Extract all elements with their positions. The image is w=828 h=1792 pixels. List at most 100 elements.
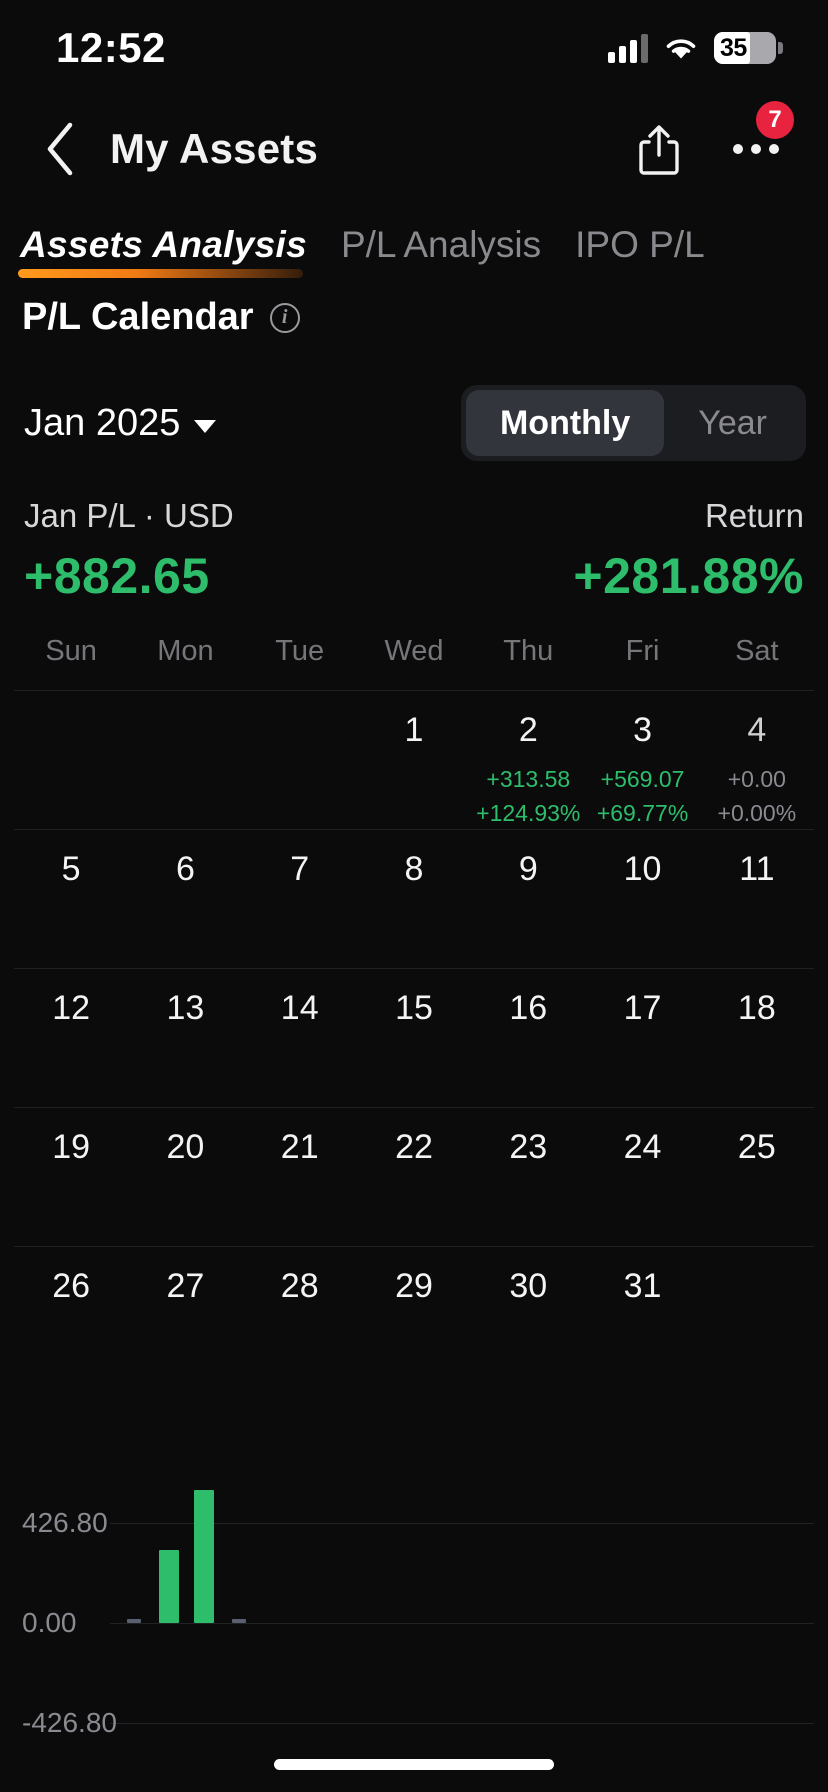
month-label: Jan 2025 (24, 401, 181, 444)
calendar-day-cell[interactable]: 3 +569.07 +69.77% (585, 711, 699, 829)
chevron-left-icon (47, 122, 73, 176)
calendar-day-number: 16 (509, 989, 548, 1027)
calendar-day-cell[interactable]: 5 (14, 850, 128, 968)
more-options-icon (733, 144, 743, 154)
calendar-day-number: 2 (518, 711, 538, 749)
calendar-day-cell[interactable]: 24 (585, 1128, 699, 1246)
tab-ipo-pl[interactable]: IPO P/L (575, 224, 705, 282)
calendar-day-number: 9 (518, 850, 538, 888)
chart-bar[interactable] (159, 1549, 179, 1623)
notification-badge: 7 (756, 101, 794, 139)
info-icon[interactable]: i (269, 302, 300, 333)
calendar-day-cell[interactable]: 13 (128, 989, 242, 1107)
calendar-empty-cell (700, 1267, 814, 1385)
segment-monthly[interactable]: Monthly (465, 390, 665, 456)
share-button[interactable] (636, 122, 688, 176)
calendar-day-cell[interactable]: 19 (14, 1128, 128, 1246)
wifi-icon (662, 34, 700, 62)
calendar-day-number: 21 (280, 1128, 319, 1166)
weekday-tue: Tue (275, 635, 325, 667)
tab-assets-analysis[interactable]: Assets Analysis (18, 224, 307, 282)
weekday-thu: Thu (503, 635, 554, 667)
calendar-day-cell[interactable]: 31 (585, 1267, 699, 1385)
calendar-day-cell[interactable]: 15 (357, 989, 471, 1107)
calendar-day-cell[interactable]: 18 (700, 989, 814, 1107)
calendar-day-cell[interactable]: 1 (357, 711, 471, 829)
calendar-day-cell[interactable]: 10 (585, 850, 699, 968)
tab-bar: Assets Analysis P/L Analysis IPO P/L (0, 202, 828, 282)
calendar-day-cell[interactable]: 12 (14, 989, 128, 1107)
calendar-weeks: 1 2 +313.58 +124.93% 3 +569.07 +69.77% 4 +0.00 +0… (14, 690, 814, 1385)
pl-label: Jan P/L · USD (24, 497, 234, 534)
calendar-day-number: 23 (509, 1128, 548, 1166)
calendar-day-number: 24 (623, 1128, 662, 1166)
calendar-day-number: 10 (623, 850, 662, 888)
weekday-sun: Sun (45, 635, 97, 667)
more-options-icon (751, 144, 761, 154)
calendar-week-row: 26 27 28 29 30 31 (14, 1246, 814, 1385)
back-button[interactable] (30, 119, 90, 179)
nav-actions: 7 (636, 101, 794, 176)
tab-pl-analysis[interactable]: P/L Analysis (341, 224, 541, 282)
calendar-day-cell[interactable]: 27 (128, 1267, 242, 1385)
calendar-day-number: 17 (623, 989, 662, 1027)
calendar-day-cell[interactable]: 2 +313.58 +124.93% (471, 711, 585, 829)
cellular-signal-icon (608, 33, 648, 63)
chart-bar[interactable] (127, 1619, 141, 1623)
calendar-day-number: 30 (509, 1267, 548, 1305)
chart-bar[interactable] (194, 1489, 214, 1623)
pl-value: +882.65 (24, 548, 210, 604)
calendar-day-cell[interactable]: 22 (357, 1128, 471, 1246)
pl-bar-chart: 426.80 0.00 -426.80 (0, 1423, 828, 1738)
section-header: P/L Calendar i (0, 282, 828, 339)
calendar-day-number: 3 (633, 711, 653, 749)
calendar-day-cell[interactable]: 28 (243, 1267, 357, 1385)
calendar-day-number: 13 (166, 989, 205, 1027)
calendar-day-cell[interactable]: 11 (700, 850, 814, 968)
calendar-weekday-header: Sun Mon Tue Wed Thu Fri Sat (14, 635, 814, 690)
chart-bar[interactable] (232, 1619, 246, 1623)
segment-year[interactable]: Year (664, 390, 801, 456)
chart-gridline (110, 1723, 814, 1724)
calendar-day-cell[interactable]: 23 (471, 1128, 585, 1246)
calendar-day-number: 20 (166, 1128, 205, 1166)
calendar-day-cell[interactable]: 9 (471, 850, 585, 968)
chart-y-axis-label: -426.80 (22, 1707, 117, 1738)
calendar-day-cell[interactable]: 6 (128, 850, 242, 968)
calendar-day-cell[interactable]: 4 +0.00 +0.00% (700, 711, 814, 829)
nav-bar: My Assets 7 (0, 96, 828, 202)
calendar-day-number: 1 (404, 711, 424, 749)
weekday-wed: Wed (384, 635, 444, 667)
calendar-day-cell[interactable]: 26 (14, 1267, 128, 1385)
status-bar: 12:52 35 (0, 0, 828, 96)
calendar-day-number: 14 (280, 989, 319, 1027)
month-picker[interactable]: Jan 2025 (24, 401, 217, 445)
return-value: +281.88% (573, 548, 804, 604)
share-icon (639, 125, 679, 175)
calendar-day-number: 19 (52, 1128, 91, 1166)
chart-y-axis-label: 0.00 (22, 1607, 77, 1638)
pl-calendar: Sun Mon Tue Wed Thu Fri Sat 1 2 +313.58 +12… (0, 635, 828, 1385)
pl-left: Jan P/L · USD +882.65 (24, 497, 234, 605)
calendar-day-number: 31 (623, 1267, 662, 1305)
calendar-day-number: 15 (395, 989, 433, 1027)
more-options-icon (769, 144, 779, 154)
calendar-day-cell[interactable]: 16 (471, 989, 585, 1107)
calendar-day-cell[interactable]: 20 (128, 1128, 242, 1246)
calendar-day-number: 28 (280, 1267, 319, 1305)
calendar-day-cell[interactable]: 30 (471, 1267, 585, 1385)
weekday-mon: Mon (157, 635, 214, 667)
period-segmented-control: Monthly Year (460, 385, 806, 461)
calendar-day-cell[interactable]: 29 (357, 1267, 471, 1385)
calendar-day-cell[interactable]: 8 (357, 850, 471, 968)
calendar-day-pl-value: +0.00 (727, 766, 786, 793)
status-time: 12:52 (56, 24, 166, 71)
calendar-day-cell[interactable]: 17 (585, 989, 699, 1107)
more-options-button[interactable]: 7 (728, 101, 794, 175)
calendar-empty-cell (128, 711, 242, 829)
calendar-day-cell[interactable]: 21 (243, 1128, 357, 1246)
calendar-day-cell[interactable]: 7 (243, 850, 357, 968)
calendar-day-number: 5 (61, 850, 81, 888)
calendar-day-cell[interactable]: 14 (243, 989, 357, 1107)
calendar-day-cell[interactable]: 25 (700, 1128, 814, 1246)
